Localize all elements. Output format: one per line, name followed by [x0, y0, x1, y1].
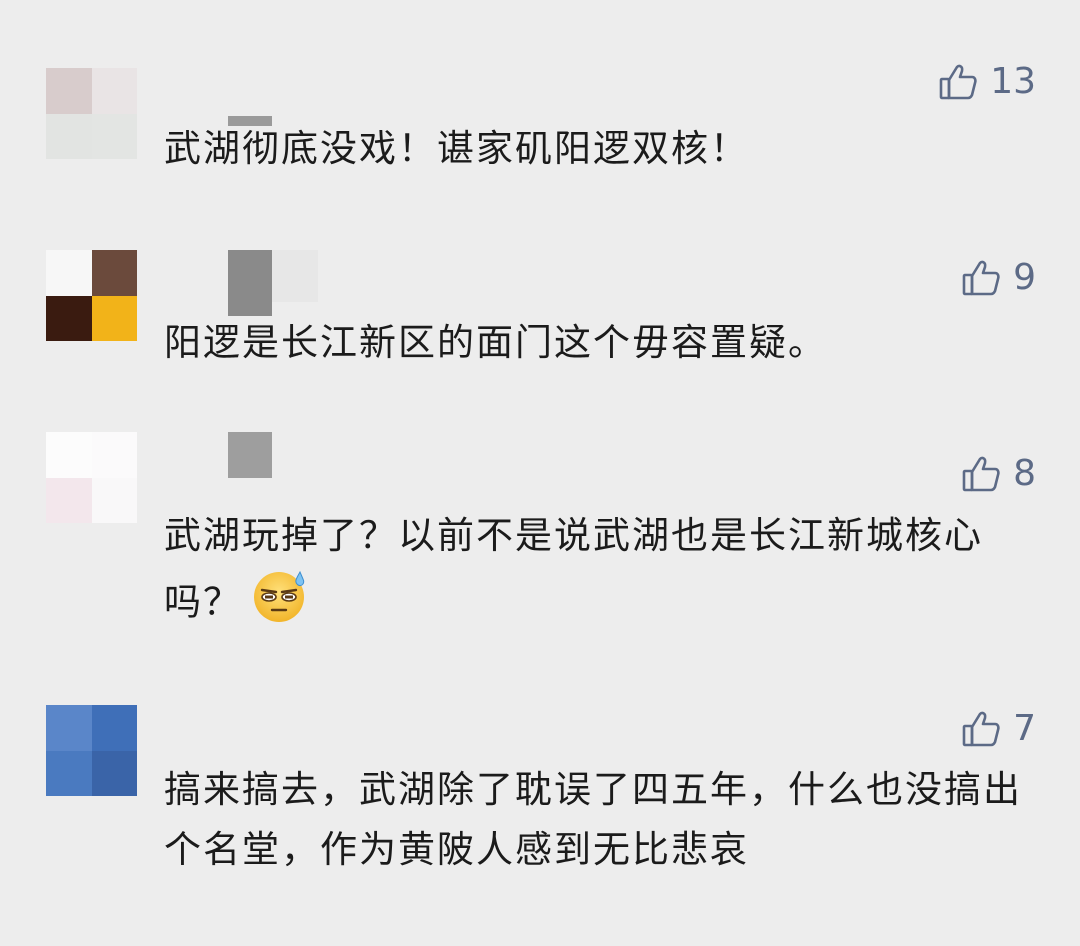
like-button[interactable]: 8 — [961, 454, 1036, 494]
username-blurred[interactable] — [228, 250, 318, 316]
avatar-tile — [91, 68, 137, 114]
like-button[interactable]: 9 — [961, 258, 1036, 298]
avatar-tile — [91, 477, 137, 523]
comment-text: 搞来搞去，武湖除了耽误了四五年，什么也没搞出个名堂，作为黄陂人感到无比悲哀 — [164, 768, 1022, 871]
thumbs-up-icon — [961, 454, 1001, 494]
avatar-tile — [46, 250, 92, 296]
like-count: 9 — [1013, 257, 1036, 298]
avatar-tile — [46, 432, 92, 478]
avatar[interactable] — [46, 705, 137, 796]
comment-text: 武湖玩掉了？以前不是说武湖也是长江新城核心吗？ — [164, 506, 1024, 642]
avatar-tile — [46, 68, 92, 114]
avatar-tile — [46, 295, 92, 341]
sweat-smile-emoji — [252, 566, 310, 642]
avatar-tile — [91, 250, 137, 296]
like-count: 8 — [1013, 453, 1036, 494]
avatar[interactable] — [46, 68, 137, 159]
comment-text: 武湖彻底没戏！谌家矶阳逻双核！ — [164, 127, 749, 170]
avatar-tile — [91, 295, 137, 341]
avatar-tile — [46, 113, 92, 159]
avatar[interactable] — [46, 250, 137, 341]
like-count: 13 — [990, 61, 1036, 102]
avatar-tile — [46, 750, 92, 796]
avatar-tile — [91, 113, 137, 159]
like-button[interactable]: 13 — [938, 62, 1036, 102]
like-count: 7 — [1013, 708, 1036, 749]
comment-text: 阳逻是长江新区的面门这个毋容置疑。 — [164, 321, 827, 364]
avatar-tile — [91, 705, 137, 751]
thumbs-up-icon — [938, 62, 978, 102]
avatar-tile — [91, 750, 137, 796]
thumbs-up-icon — [961, 258, 1001, 298]
like-button[interactable]: 7 — [961, 709, 1036, 749]
thumbs-up-icon — [961, 709, 1001, 749]
username-blurred[interactable] — [228, 432, 272, 478]
avatar[interactable] — [46, 432, 137, 523]
avatar-tile — [91, 432, 137, 478]
avatar-tile — [46, 705, 92, 751]
avatar-tile — [46, 477, 92, 523]
